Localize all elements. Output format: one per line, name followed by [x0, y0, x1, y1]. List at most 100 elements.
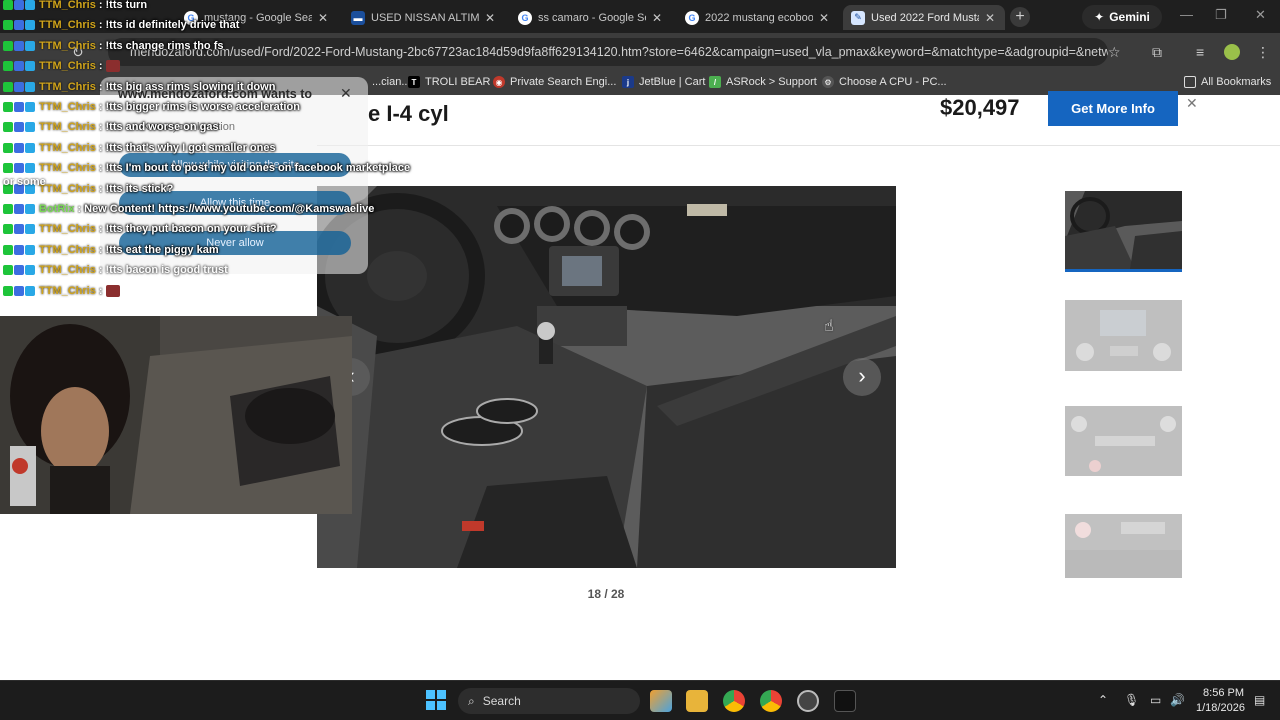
chrome-profile-icon[interactable] [760, 690, 782, 712]
chat-username[interactable]: TTM_Chris [39, 0, 96, 11]
bookmark-pc-builder[interactable]: ⚙ Choose A CPU - PC... [822, 76, 947, 88]
chat-text: !tts bacon is good trust [105, 264, 228, 277]
chat-separator: : [77, 203, 82, 215]
clock-time: 8:56 PM [1203, 687, 1244, 699]
hand-cursor-icon: ☝ [824, 318, 834, 335]
chat-username[interactable]: TTM_Chris [39, 19, 96, 31]
tab-mustang-ecoboost-search[interactable]: G 2022 mustang ecoboost ✕ [677, 5, 839, 30]
chat-username[interactable]: TTM_Chris [39, 244, 96, 256]
badge-icon [14, 122, 24, 133]
pc-icon: ⚙ [822, 76, 834, 88]
close-icon[interactable]: ✕ [819, 11, 829, 25]
chat-message: TTM_Chris: [3, 282, 120, 300]
system-clock[interactable]: 8:56 PM 1/18/2026 [1196, 686, 1245, 716]
all-bookmarks[interactable]: All Bookmarks [1184, 76, 1271, 88]
folder-icon [1184, 76, 1196, 88]
chrome-icon[interactable] [723, 690, 745, 712]
get-more-info-button[interactable]: Get More Info [1048, 91, 1178, 126]
chat-username[interactable]: TTM_Chris [39, 223, 96, 235]
close-icon[interactable]: ✕ [1186, 95, 1198, 112]
chat-message: TTM_Chris: !tts big ass rims slowing it d… [3, 78, 275, 96]
badge-icon [3, 285, 13, 296]
badge-icon [25, 265, 35, 276]
badge-icon [14, 142, 24, 153]
chat-text: !tts eat the piggy kam [105, 243, 219, 256]
tiktok-live-icon[interactable] [834, 690, 856, 712]
bookmark-star-icon[interactable]: ☆ [1108, 44, 1121, 61]
microsoft-store-icon[interactable] [650, 690, 672, 712]
close-icon[interactable]: ✕ [652, 11, 662, 25]
bookmark-asrock[interactable]: / ASRock > Support [709, 76, 817, 88]
chat-message: TTM_Chris: !tts id definitely drive that [3, 16, 239, 34]
media-controls-icon[interactable]: ≡ [1196, 44, 1204, 60]
chat-text: !tts I'm bout to post my old ones on fac… [105, 162, 411, 175]
tab-ford-mustang-listing[interactable]: ✎ Used 2022 Ford Mustan ✕ [843, 5, 1005, 30]
volume-icon[interactable]: 🔊 [1170, 693, 1185, 707]
badge-icon [3, 142, 13, 153]
chat-username[interactable]: TTM_Chris [39, 60, 96, 72]
badge-icon [25, 61, 35, 72]
webcam-image [0, 316, 352, 514]
bookmark-jetblue[interactable]: j JetBlue | Cart [622, 76, 705, 88]
asrock-icon: / [709, 76, 721, 88]
gemini-button[interactable]: ✦ Gemini [1082, 5, 1162, 29]
chat-username[interactable]: BotRix [39, 203, 74, 215]
chat-username[interactable]: TTM_Chris [39, 183, 96, 195]
show-hidden-icons-icon[interactable]: ⌃ [1098, 693, 1108, 707]
window-close-icon[interactable]: ✕ [1255, 7, 1266, 23]
chat-username[interactable]: TTM_Chris [39, 264, 96, 276]
ghost-icon: ◉ [493, 76, 505, 88]
chat-username[interactable]: TTM_Chris [39, 81, 96, 93]
minimize-icon[interactable]: — [1180, 7, 1193, 22]
photo-thumbnail[interactable] [1065, 406, 1182, 476]
chat-badges [3, 122, 35, 133]
chat-username[interactable]: TTM_Chris [39, 162, 96, 174]
extensions-icon[interactable]: ⧉ [1152, 44, 1162, 61]
chat-text: !tts bigger rims is worse acceleration [105, 101, 300, 113]
chat-text: !tts that's why I got smaller ones [105, 141, 276, 154]
jetblue-icon: j [622, 76, 634, 88]
badge-icon [25, 122, 35, 133]
chat-username[interactable]: TTM_Chris [39, 121, 96, 133]
bookmark-troli-bear[interactable]: T TROLI BEAR [408, 76, 490, 88]
close-icon[interactable]: ✕ [985, 11, 995, 25]
chat-badges [3, 265, 35, 276]
windows-start-icon[interactable] [426, 690, 446, 710]
chat-message: TTM_Chris: !tts they put bacon on your sh… [3, 220, 277, 238]
chat-username[interactable]: TTM_Chris [39, 101, 96, 113]
profile-avatar-icon[interactable] [1224, 44, 1240, 60]
microphone-icon[interactable]: 🎙 [1124, 693, 1139, 707]
chat-username[interactable]: TTM_Chris [39, 142, 96, 154]
new-tab-button[interactable]: + [1010, 7, 1030, 27]
chat-separator: : [98, 141, 103, 154]
badge-icon [25, 285, 35, 296]
stream-chat-overlay: TTM_Chris: !tts turn TTM_Chris: !tts id def… [0, 0, 420, 316]
photo-thumbnail[interactable] [1065, 191, 1182, 272]
photo-thumbnail[interactable] [1065, 300, 1182, 371]
taskbar-search[interactable]: ⌕ Search [458, 688, 640, 714]
restore-icon[interactable]: ❐ [1215, 7, 1227, 23]
chat-username[interactable]: TTM_Chris [39, 40, 96, 52]
chat-text: !tts id definitely drive that [105, 19, 240, 32]
badge-icon [25, 204, 35, 214]
chat-username[interactable]: TTM_Chris [39, 285, 96, 297]
badge-icon [25, 40, 35, 51]
badge-icon [3, 61, 13, 72]
file-explorer-icon[interactable] [686, 690, 708, 712]
next-photo-button[interactable]: › [843, 358, 881, 396]
badge-icon [3, 20, 13, 31]
close-icon[interactable]: ✕ [485, 11, 495, 25]
tab-camaro-search[interactable]: G ss camaro - Google Sear ✕ [510, 5, 672, 30]
search-label: Search [482, 694, 521, 708]
menu-kebab-icon[interactable]: ⋮ [1256, 44, 1270, 61]
network-icon[interactable]: ▭ [1150, 693, 1161, 707]
photo-thumbnail[interactable] [1065, 514, 1182, 578]
chat-badges [3, 20, 35, 31]
obs-icon[interactable] [797, 690, 819, 712]
notifications-icon[interactable]: ▤ [1254, 693, 1265, 707]
chat-message: TTM_Chris: !tts change rims tho fs [3, 37, 223, 55]
windows-taskbar: ⌕ Search ⌃ 🎙 ▭ 🔊 8:56 PM 1/18/2026 ▤ [0, 680, 1280, 720]
badge-icon [14, 285, 24, 296]
bookmark-private-search[interactable]: ◉ Private Search Engi... [493, 76, 616, 88]
chat-message: BotRix: New Content! https://www.youtube.… [3, 200, 374, 218]
